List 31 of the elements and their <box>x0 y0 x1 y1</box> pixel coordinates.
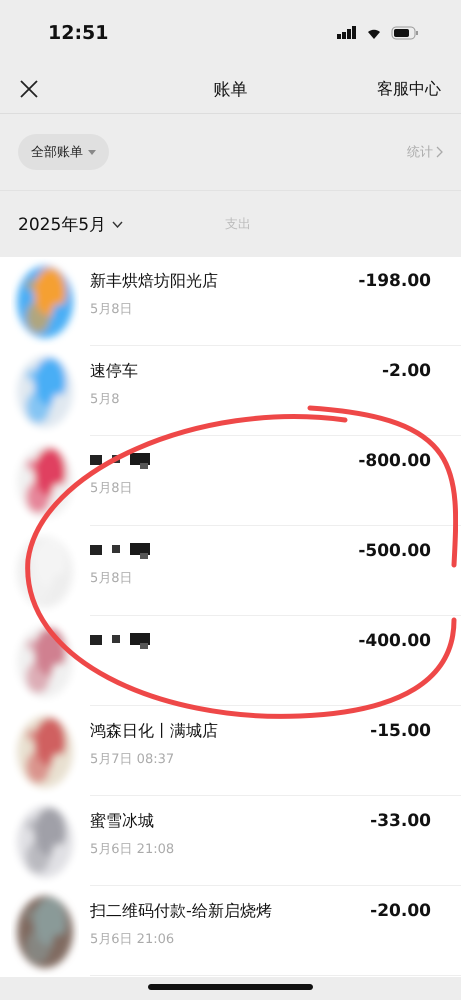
customer-service-link[interactable]: 客服中心 <box>377 78 441 100</box>
signal-icon <box>337 26 357 39</box>
transaction-amount: -400.00 <box>358 631 431 653</box>
transaction-date: 5月7日 08:37 <box>90 751 176 768</box>
transaction-amount: -15.00 <box>370 721 431 743</box>
transaction-amount: -198.00 <box>358 271 431 293</box>
transaction-date: 5月8 <box>90 391 121 408</box>
transaction-amount: -800.00 <box>358 451 431 473</box>
close-icon[interactable] <box>20 80 38 98</box>
transaction-amount: -33.00 <box>370 811 431 833</box>
merchant-name: 扫二维码付款-给新启烧烤 <box>90 901 272 922</box>
transaction-amount: -20.00 <box>370 901 431 923</box>
bill-filter-dropdown[interactable]: 全部账单 <box>18 134 109 170</box>
merchant-name: 鸿森日化丨满城店 <box>90 721 218 742</box>
transaction-date: 5月8日 <box>90 301 134 318</box>
merchant-name: 蜜雪冰城 <box>90 811 155 832</box>
transaction-date: 5月6日 21:06 <box>90 931 176 948</box>
chevron-icon <box>112 220 124 228</box>
caret-icon <box>88 150 96 154</box>
transaction-amount: -2.00 <box>382 361 431 383</box>
transaction-date: 5月8日 <box>90 570 134 587</box>
status-time: 12:51 <box>48 22 108 44</box>
transaction-date: 5月6日 21:08 <box>90 841 174 858</box>
merchant-name: 新丰烘焙坊阳光店 <box>90 271 218 292</box>
month-picker[interactable]: 2025年5月 <box>18 212 124 236</box>
chevron-icon <box>436 146 443 158</box>
transaction-date: 5月8日 <box>90 480 134 497</box>
merchant-name: 速停车 <box>90 361 138 382</box>
transaction-amount: -500.00 <box>358 541 431 563</box>
page-title: 账单 <box>214 78 248 100</box>
battery-icon <box>391 26 419 40</box>
